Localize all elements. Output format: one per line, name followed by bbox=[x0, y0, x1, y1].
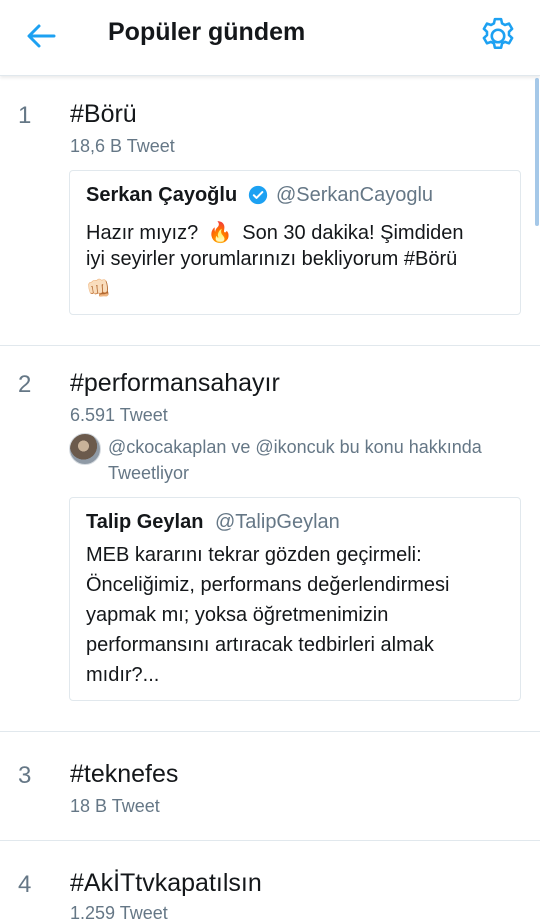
trend-item[interactable]: 3 #teknefes 18 B Tweet bbox=[0, 732, 540, 840]
tweet-text-segment: Son 30 dakika! Şimdiden bbox=[242, 222, 464, 244]
fist-emoji-icon: 👊🏻 bbox=[86, 278, 111, 300]
arrow-left-icon bbox=[27, 24, 56, 48]
trend-hashtag: #teknefes bbox=[70, 760, 179, 788]
verified-badge-icon bbox=[248, 185, 268, 205]
trend-tweet-count: 18,6 B Tweet bbox=[70, 136, 175, 156]
trend-item[interactable]: 4 #AkİTtvkapatılsın 1.259 Tweet bbox=[0, 841, 540, 923]
tweet-card[interactable]: Serkan Çayoğlu @SerkanCayoglu Hazır mıyı… bbox=[69, 170, 521, 315]
tweet-author-name: Serkan Çayoğlu bbox=[86, 184, 238, 206]
trend-rank: 3 bbox=[18, 762, 32, 789]
gear-icon bbox=[482, 17, 514, 50]
trend-tweet-count: 1.259 Tweet bbox=[70, 903, 168, 923]
tweet-author-name: Talip Geylan bbox=[86, 511, 204, 533]
tweet-author-handle: @SerkanCayoglu bbox=[276, 184, 434, 206]
trend-hashtag: #performansahayır bbox=[70, 369, 280, 397]
tweet-text-line: performansını artıracak tedbirleri almak bbox=[86, 634, 434, 656]
tweet-text-line: mıdır?... bbox=[86, 664, 160, 686]
top-app-bar: Popüler gündem bbox=[0, 0, 540, 76]
fire-emoji-icon: 🔥 bbox=[207, 222, 233, 244]
tweet-card[interactable]: Talip Geylan @TalipGeylan MEB kararını t… bbox=[69, 497, 521, 701]
avatar[interactable] bbox=[69, 433, 101, 465]
settings-button[interactable] bbox=[476, 14, 520, 58]
tweet-text-segment: Hazır mıyız? bbox=[86, 222, 199, 244]
page-title: Popüler gündem bbox=[108, 18, 306, 46]
tweet-author-handle: @TalipGeylan bbox=[215, 511, 340, 533]
trend-rank: 4 bbox=[18, 871, 32, 898]
scrollbar-thumb[interactable] bbox=[535, 78, 539, 226]
back-button[interactable] bbox=[22, 18, 62, 54]
social-context-text: @ckocakaplan ve @ikoncuk bu konu hakkınd… bbox=[108, 437, 482, 457]
trend-tweet-count: 18 B Tweet bbox=[70, 796, 160, 816]
tweet-text-line: iyi seyirler yorumlarınızı bekliyorum #B… bbox=[86, 248, 458, 270]
trend-item[interactable]: 1 #Börü 18,6 B Tweet Serkan Çayoğlu @Ser… bbox=[0, 76, 540, 346]
trend-hashtag: #AkİTtvkapatılsın bbox=[70, 869, 262, 897]
trend-item[interactable]: 2 #performansahayır 6.591 Tweet @ckocaka… bbox=[0, 346, 540, 731]
trend-hashtag: #Börü bbox=[70, 100, 137, 128]
trend-tweet-count: 6.591 Tweet bbox=[70, 405, 168, 425]
tweet-text-line: Hazır mıyız? 🔥 Son 30 dakika! Şimdiden bbox=[86, 220, 464, 245]
tweet-text-line: MEB kararını tekrar gözden geçirmeli: bbox=[86, 544, 422, 566]
trend-rank: 1 bbox=[18, 102, 32, 129]
tweet-text-line: yapmak mı; yoksa öğretmenimizin bbox=[86, 604, 389, 626]
tweet-text-line: Önceliğimiz, performans değerlendirmesi bbox=[86, 574, 450, 596]
trend-rank: 2 bbox=[18, 371, 32, 398]
social-context-text: Tweetliyor bbox=[108, 463, 190, 483]
